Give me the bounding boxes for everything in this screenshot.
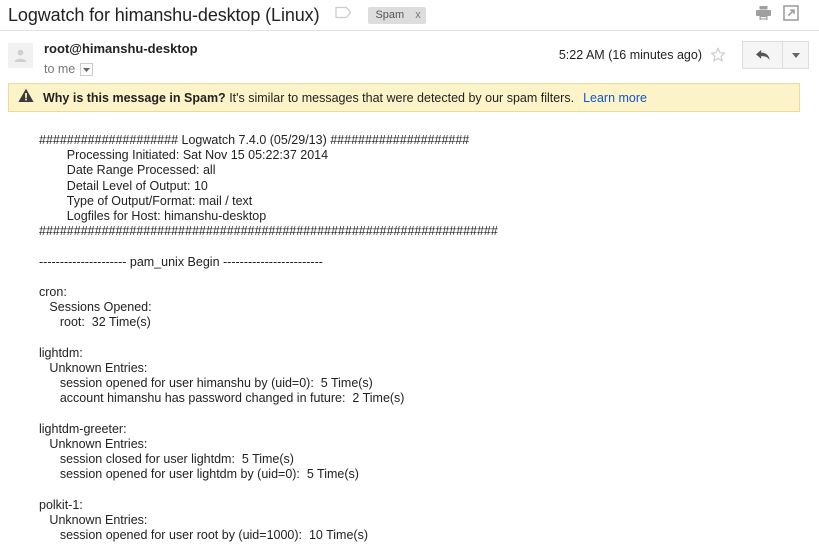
warning-triangle-icon [18,88,34,108]
open-in-new-window-icon[interactable] [783,4,799,26]
label-tag-icon[interactable] [335,6,352,24]
chevron-down-icon [791,52,800,58]
close-icon[interactable]: x [415,7,421,24]
recipient-label: to me [44,62,76,76]
reply-button-group [742,41,809,69]
spam-label-text: Spam [375,8,405,21]
learn-more-link[interactable]: Learn more [583,91,647,105]
avatar[interactable] [8,43,33,68]
status-badge-spam[interactable]: Spam x [368,6,426,24]
message-body: #################### Logwatch 7.4.0 (05/… [0,112,819,543]
sender-address[interactable]: root@himanshu-desktop [44,40,559,57]
timestamp: 5:22 AM (16 minutes ago) [558,48,702,62]
spam-banner-wrapper: Why is this message in Spam? It's simila… [0,83,819,112]
reply-arrow-icon [755,50,770,60]
spam-banner-text: Why is this message in Spam? It's simila… [43,90,574,106]
spam-banner-explanation: It's similar to messages that were detec… [229,90,575,105]
more-options-button[interactable] [782,41,809,69]
header-actions: 5:22 AM (16 minutes ago) [559,40,809,77]
sender-block: root@himanshu-desktop to me [44,40,559,77]
message-header: root@himanshu-desktop to me 5:22 AM (16 … [0,31,819,83]
spam-banner-question: Why is this message in Spam? [43,90,226,105]
page-title: Logwatch for himanshu-desktop (Linux) [8,5,320,25]
subject-actions [755,4,809,26]
logwatch-report-text: #################### Logwatch 7.4.0 (05/… [39,133,498,543]
reply-button[interactable] [742,41,782,69]
recipient-row: to me [44,62,559,77]
chevron-down-icon[interactable] [80,63,94,76]
star-outline-icon[interactable] [710,47,726,68]
printer-icon[interactable] [755,5,772,26]
subject-bar: Logwatch for himanshu-desktop (Linux) Sp… [0,0,819,30]
spam-warning-banner: Why is this message in Spam? It's simila… [8,83,800,112]
